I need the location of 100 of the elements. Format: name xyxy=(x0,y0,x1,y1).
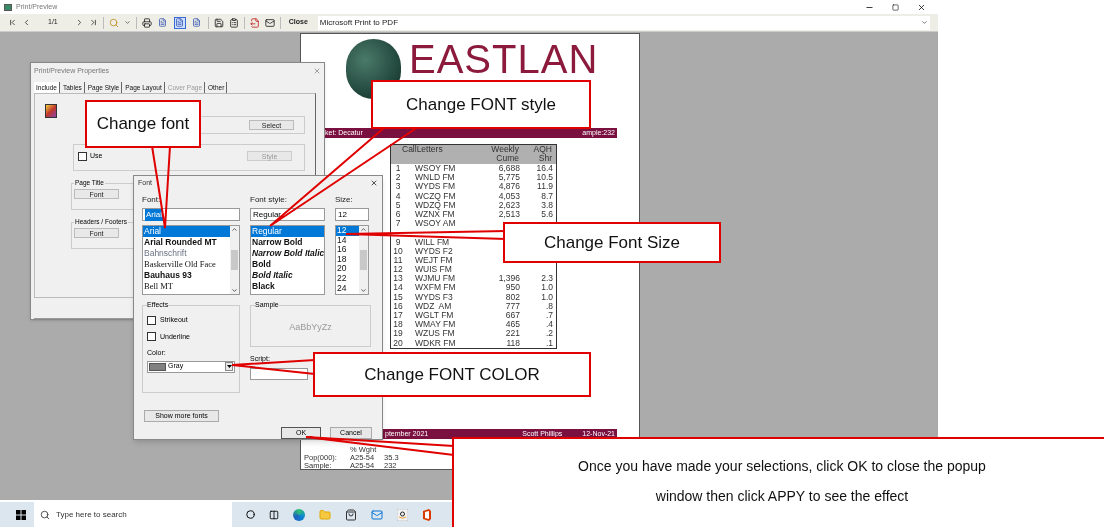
station-cell-text: WDZQ FM xyxy=(415,200,457,210)
page-view-button[interactable] xyxy=(156,16,169,29)
callout-text: Change FONT style xyxy=(406,93,556,116)
scroll-thumb[interactable] xyxy=(231,250,238,270)
rank-cell-text: 3 xyxy=(394,182,402,192)
rank-cell-text: 14 xyxy=(392,283,404,293)
mail-icon[interactable] xyxy=(264,17,275,28)
cume-cell-text: 802 xyxy=(504,292,520,302)
list-item[interactable]: 20 xyxy=(336,264,359,274)
printer-select[interactable]: Microsoft Print to PDF xyxy=(317,15,930,30)
list-box[interactable]: Arial Arial Rounded MT Bahnschrift Baskerville Old Face Bauhaus 93 Bell MT xyxy=(142,225,240,295)
list-box[interactable]: 12 14 16 18 20 22 24 xyxy=(335,225,369,295)
share-cell-text: 1.0 xyxy=(540,292,554,302)
store-icon[interactable] xyxy=(345,508,357,521)
rank-cell-text: 1 xyxy=(394,164,402,174)
callout-text: Change Font Size xyxy=(543,231,681,254)
list-item[interactable]: 24 xyxy=(336,283,359,294)
cume-cell-text: 465 xyxy=(504,320,520,330)
list-item[interactable]: Bauhaus 93 xyxy=(143,270,230,281)
list-box[interactable]: Regular Narrow Bold Narrow Bold Italic Bold Bold Italic Black xyxy=(250,225,325,295)
cume-cell-text: 6,688 xyxy=(497,164,520,174)
station-cell-text: WDKR FM xyxy=(415,338,457,348)
list-item[interactable]: Bold xyxy=(251,259,324,270)
list-item[interactable]: Bell MT xyxy=(143,281,230,292)
text-field[interactable]: 12 xyxy=(335,208,369,221)
cume-cell-text: 667 xyxy=(504,311,520,321)
rank-cell-text: 7 xyxy=(394,219,402,229)
list-item[interactable]: 22 xyxy=(336,273,359,284)
browser-icon[interactable] xyxy=(293,508,305,521)
task-view-icon[interactable] xyxy=(269,509,279,520)
column-header: Weekly Cume xyxy=(490,145,519,163)
search-icon xyxy=(40,509,50,520)
list-item[interactable]: Arial xyxy=(143,226,230,237)
mail-icon[interactable] xyxy=(371,508,383,521)
rank-cell-text: 15 xyxy=(392,292,404,302)
callout-text: Change FONT COLOR xyxy=(364,363,540,386)
rank-cell-text: 2 xyxy=(394,173,402,183)
search-placeholder: Type here to search xyxy=(56,508,127,521)
station-cell-text: WDZ AM xyxy=(415,301,453,311)
scroll-down-icon[interactable] xyxy=(360,287,367,294)
station-cell-text: WGLT FM xyxy=(415,311,455,321)
close-icon[interactable] xyxy=(917,2,926,12)
list-item[interactable]: Arial Rounded MT xyxy=(143,237,230,248)
properties-icon xyxy=(45,104,57,118)
dropdown-arrow-icon[interactable] xyxy=(225,362,233,371)
printer-icon[interactable] xyxy=(141,17,152,28)
last-page-icon[interactable] xyxy=(88,18,98,27)
field-label: Size: xyxy=(335,194,354,206)
first-page-icon[interactable] xyxy=(8,18,17,27)
text-field[interactable]: Arial xyxy=(142,208,240,221)
scroll-up-icon[interactable] xyxy=(231,226,238,233)
list-item[interactable]: Bold Italic xyxy=(251,270,324,281)
station-cell-text: WZUS FM xyxy=(415,329,456,339)
taskbar-search-field[interactable]: Type here to search xyxy=(34,502,232,527)
column-header: CallLetters xyxy=(402,145,444,154)
rank-cell-text: 13 xyxy=(392,274,404,284)
station-cell-text: WNLD FM xyxy=(415,173,456,183)
list-item[interactable]: Bahnschrift xyxy=(143,248,230,259)
share-cell-text: .4 xyxy=(544,320,554,330)
dropdown-caret-icon[interactable] xyxy=(921,19,928,26)
list-item[interactable]: 14 xyxy=(336,235,359,246)
font-sample: AaBbYyZz xyxy=(289,320,332,334)
share-cell-text: .8 xyxy=(544,301,554,311)
checkbox[interactable] xyxy=(78,151,87,161)
office-icon[interactable] xyxy=(422,508,432,521)
share-cell-text: 8.7 xyxy=(540,191,554,201)
share-cell-text: .2 xyxy=(544,329,554,339)
field-label: Font: xyxy=(142,194,162,206)
list-item[interactable]: Black xyxy=(251,281,324,292)
export-icon[interactable] xyxy=(249,17,260,28)
text-field[interactable]: Regular xyxy=(250,208,325,221)
checkbox[interactable] xyxy=(147,315,156,325)
checkbox[interactable] xyxy=(147,332,156,342)
scroll-thumb[interactable] xyxy=(360,250,367,270)
clipboard-icon[interactable] xyxy=(228,17,239,28)
page-view-button[interactable] xyxy=(173,16,186,29)
list-item[interactable]: Narrow Bold Italic xyxy=(251,248,324,259)
scroll-down-icon[interactable] xyxy=(231,287,238,294)
scroll-up-icon[interactable] xyxy=(360,226,367,233)
list-item[interactable]: Baskerville Old Face xyxy=(143,259,230,270)
circle-icon[interactable] xyxy=(246,510,255,519)
list-item[interactable]: Narrow Bold xyxy=(251,237,324,248)
page-view-button[interactable] xyxy=(190,16,203,29)
station-cell-text: WMAY FM xyxy=(415,320,457,330)
previous-page-icon[interactable] xyxy=(22,18,31,27)
rank-cell-text: 17 xyxy=(392,311,404,321)
list-item[interactable]: Regular xyxy=(251,226,324,237)
station-cell-text: WXFM FM xyxy=(415,283,457,293)
caret-icon[interactable] xyxy=(123,19,131,26)
list-item[interactable]: 12 xyxy=(336,226,359,236)
maximize-icon[interactable] xyxy=(892,3,899,11)
shopping-app-icon[interactable] xyxy=(397,508,408,521)
windows-logo-icon[interactable] xyxy=(16,509,26,520)
save-icon[interactable] xyxy=(213,17,224,28)
list-item[interactable]: 16 xyxy=(336,245,359,255)
station-cell-text: WSOY AM xyxy=(415,219,457,229)
close-icon[interactable] xyxy=(370,179,378,187)
cume-cell-text: 4,053 xyxy=(497,191,520,201)
list-item[interactable]: 18 xyxy=(336,254,359,265)
cume-cell-text: 950 xyxy=(504,283,520,293)
